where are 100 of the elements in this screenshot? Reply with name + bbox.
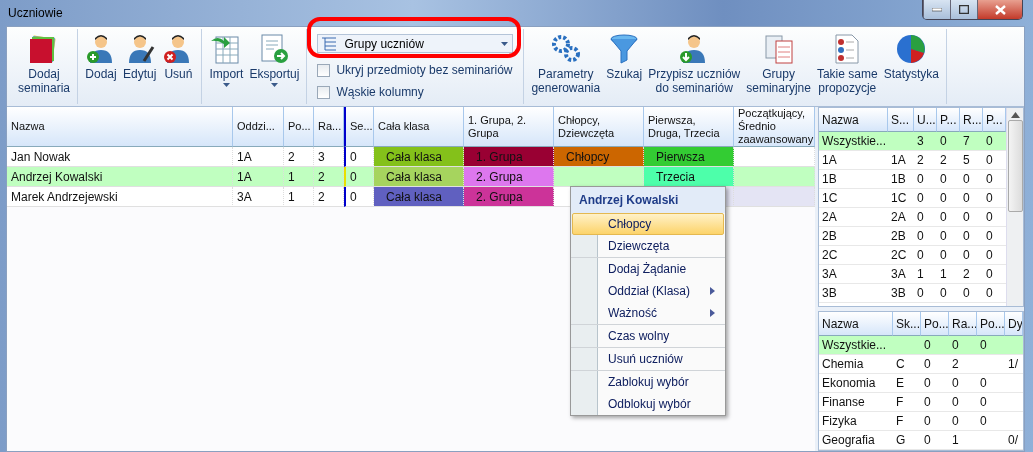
minimize-button[interactable]: [923, 0, 950, 19]
toolbar-button[interactable]: Grupy seminaryjne: [743, 29, 814, 104]
checkbox-label: Wąskie kolumny: [336, 85, 424, 99]
toolbar-button[interactable]: Edytuj: [120, 29, 160, 104]
column-header[interactable]: Początkujący, Średnio zaawansowany: [734, 107, 815, 147]
column-header[interactable]: Po...: [284, 107, 314, 147]
table-cell: 0: [960, 246, 983, 265]
table-cell: 0: [949, 336, 977, 355]
toolbar-button[interactable]: Szukaj: [603, 29, 646, 104]
column-header[interactable]: R...: [960, 108, 983, 132]
checkbox[interactable]: [317, 63, 331, 77]
menu-item[interactable]: Chłopcy: [572, 213, 724, 235]
menu-item[interactable]: Zablokuj wybór: [572, 371, 724, 393]
menu-item[interactable]: Odblokuj wybór: [572, 393, 724, 415]
table-cell: 2B: [819, 227, 888, 246]
table-cell: 3A: [233, 187, 284, 207]
scroll-up-icon[interactable]: [1010, 112, 1020, 118]
menu-item[interactable]: Usuń uczniów: [572, 348, 724, 370]
table-cell: Fizyka: [819, 412, 893, 431]
scrollbar[interactable]: [1006, 108, 1023, 306]
column-header[interactable]: Po...: [921, 312, 949, 336]
checkbox-label: Ukryj przedmioty bez seminariów: [336, 63, 513, 77]
menu-item[interactable]: Dodaj Żądanie: [572, 258, 724, 280]
table-cell: Andrzej Kowalski: [7, 167, 233, 187]
toolbar-button[interactable]: Statystyka: [880, 29, 942, 104]
column-header[interactable]: Chłopcy, Dziewczęta: [554, 107, 644, 147]
table-cell: 1C: [819, 189, 888, 208]
table-cell: Geografia: [819, 431, 893, 450]
table-cell: 1A: [233, 167, 284, 187]
toolbar-icon: [762, 33, 795, 65]
table-cell: 2: [914, 151, 937, 170]
table-cell: 2: [314, 167, 344, 187]
table-cell: 0: [960, 170, 983, 189]
table-cell: F: [893, 412, 921, 431]
table-cell: 0: [914, 227, 937, 246]
table-cell: 0: [937, 208, 960, 227]
maximize-button[interactable]: [950, 0, 977, 19]
table-cell: 1: [937, 265, 960, 284]
colored-cell: Cała klasa: [374, 167, 464, 187]
column-header[interactable]: U...: [914, 108, 937, 132]
menu-item[interactable]: Dziewczęta: [572, 235, 724, 257]
table-cell: 0/: [1005, 431, 1023, 450]
table-cell: 3: [914, 132, 937, 151]
table-cell: 1B: [888, 170, 914, 189]
colored-cell: 2. Grupa: [464, 187, 554, 207]
column-header[interactable]: Po...: [977, 312, 1005, 336]
column-header[interactable]: P...: [937, 108, 960, 132]
checkbox[interactable]: [317, 85, 331, 99]
tree-list-icon: [322, 36, 339, 51]
table-cell: C: [893, 355, 921, 374]
table-cell: 1A: [819, 151, 888, 170]
table-cell: 0: [960, 227, 983, 246]
table-cell: 0: [960, 189, 983, 208]
column-header[interactable]: S...: [888, 108, 914, 132]
column-header[interactable]: Ra...: [949, 312, 977, 336]
column-header[interactable]: Oddzi...: [233, 107, 284, 147]
minimize-icon: [932, 7, 942, 12]
menu-item[interactable]: Czas wolny: [572, 325, 724, 347]
toolbar-icon: [608, 33, 641, 65]
toolbar-button[interactable]: Przypisz uczniów do seminariów: [645, 29, 744, 104]
table-cell: 1/: [1005, 355, 1023, 374]
toolbar-button[interactable]: Dodaj seminaria: [15, 29, 74, 104]
group-type-dropdown[interactable]: Grupy uczniów: [317, 34, 514, 53]
table-cell: 3A: [888, 265, 914, 284]
toolbar-button[interactable]: Dodaj: [82, 29, 121, 104]
column-header[interactable]: Ra...: [314, 107, 344, 147]
toolbar-button[interactable]: Takie same propozycje: [813, 29, 881, 104]
column-header[interactable]: P...: [983, 108, 1006, 132]
toolbar-button[interactable]: Usuń: [159, 29, 198, 104]
close-button[interactable]: [977, 0, 1022, 19]
table-cell: E: [893, 374, 921, 393]
table-cell: 2C: [888, 246, 914, 265]
table-cell: 1A: [888, 151, 914, 170]
column-header[interactable]: Dy: [1005, 312, 1023, 336]
table-cell: 0: [937, 246, 960, 265]
colored-cell: Chłopcy: [554, 147, 644, 167]
menu-item[interactable]: Ważność: [572, 302, 724, 324]
colored-cell: Trzecia: [644, 167, 734, 187]
table-cell: 1: [284, 187, 314, 207]
colored-cell: Cała klasa: [374, 187, 464, 207]
column-header[interactable]: Se...: [344, 107, 374, 147]
column-header[interactable]: Nazwa: [7, 107, 233, 147]
menu-item[interactable]: Oddział (Klasa): [572, 280, 724, 302]
table-cell: 0: [937, 227, 960, 246]
table-cell: 2: [314, 187, 344, 207]
toolbar-button[interactable]: Parametry generowania: [528, 29, 604, 104]
column-header[interactable]: Nazwa: [819, 312, 893, 336]
column-header[interactable]: Pierwsza, Druga, Trzecia: [644, 107, 734, 147]
table-cell: 0: [921, 374, 949, 393]
toolbar-icon: [549, 33, 582, 65]
toolbar-button[interactable]: Import: [206, 29, 247, 104]
table-cell: 2C: [819, 246, 888, 265]
column-header[interactable]: Nazwa: [819, 108, 888, 132]
table-cell: 3A: [819, 265, 888, 284]
column-header[interactable]: Cała klasa: [374, 107, 464, 147]
table-cell: 0: [977, 393, 1005, 412]
table-cell: 0: [960, 208, 983, 227]
column-header[interactable]: 1. Grupa, 2. Grupa: [464, 107, 554, 147]
toolbar-button[interactable]: Eksportuj: [246, 29, 303, 104]
column-header[interactable]: Sk...: [893, 312, 921, 336]
